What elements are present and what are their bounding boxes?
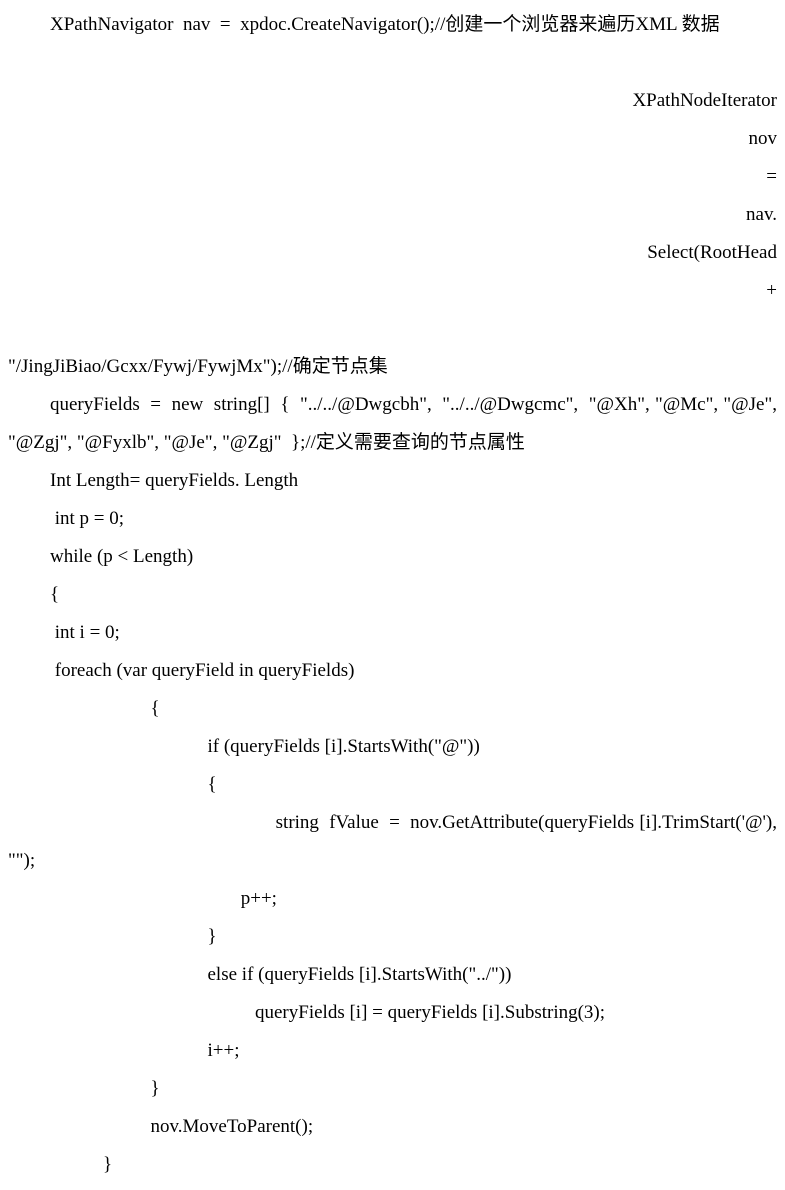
- token: =: [766, 166, 777, 187]
- code-line: Int Length= queryFields. Length: [8, 462, 777, 500]
- code-document: XPathNavigator nav = xpdoc.CreateNavigat…: [0, 0, 785, 1190]
- code-line: i++;: [8, 1032, 777, 1070]
- code-line: nov.MoveToParent();: [8, 1108, 777, 1146]
- code-line: int p = 0;: [8, 500, 777, 538]
- token: +: [766, 280, 777, 301]
- code-line: foreach (var queryField in queryFields): [8, 652, 777, 690]
- token: Select(RootHead: [647, 242, 777, 263]
- code-line: }: [8, 1070, 777, 1108]
- code-line: }: [8, 1146, 777, 1184]
- token: XPathNodeIterator: [632, 90, 777, 111]
- code-line: p++;: [8, 880, 777, 918]
- code-line: {: [8, 690, 777, 728]
- code-line: while (p < Length): [8, 538, 777, 576]
- code-line: if (queryFields [i].StartsWith("@")): [8, 728, 777, 766]
- code-line: string fValue = nov.GetAttribute(queryFi…: [8, 804, 777, 880]
- code-line: "/JingJiBiao/Gcxx/Fywj/FywjMx");//确定节点集: [8, 348, 777, 386]
- code-line: {: [8, 766, 777, 804]
- token: nov: [749, 128, 778, 149]
- token: nav.: [746, 204, 777, 225]
- code-line: else if (queryFields [i].StartsWith("../…: [8, 956, 777, 994]
- code-line: int i = 0;: [8, 614, 777, 652]
- code-line: }: [8, 918, 777, 956]
- code-line: XPathNodeIterator nov = nav. Select(Root…: [8, 44, 777, 348]
- code-line: queryFields = new string[] { "../../@Dwg…: [8, 386, 777, 462]
- code-line: {: [8, 576, 777, 614]
- code-line: XPathNavigator nav = xpdoc.CreateNavigat…: [8, 6, 777, 44]
